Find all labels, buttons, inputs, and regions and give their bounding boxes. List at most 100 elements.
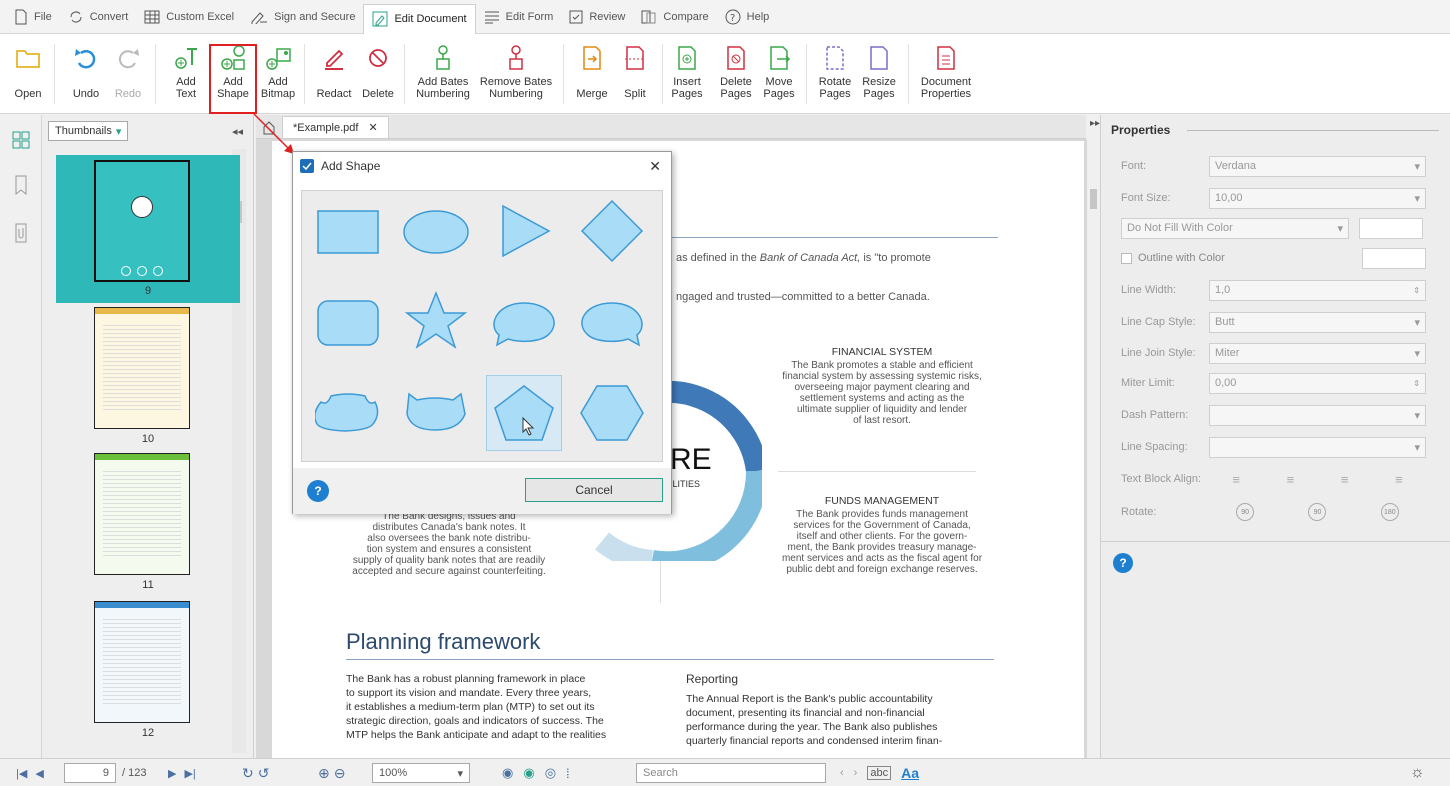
undo-button[interactable]: Undo	[68, 40, 104, 100]
status-bar: |◀ ◀ 9 / 123 ▶ ▶| ↻ ↺ ⊕ ⊖ 100% ▾ ◉ ◉ ◎ ⁞ Search ‹…	[0, 758, 1450, 786]
resize-pages-button[interactable]: Resize Pages	[860, 40, 898, 100]
merge-button[interactable]: Merge	[570, 40, 614, 100]
shape-wave-ellipse[interactable]	[310, 375, 386, 451]
shape-double-bubble[interactable]	[398, 375, 474, 451]
line-join-row: Line Join Style: Miter ▾	[1121, 342, 1426, 364]
expand-panel-icon[interactable]: ▸▸	[1090, 118, 1100, 129]
rotate-cw-icon[interactable]: ↻	[242, 765, 254, 782]
text-line: The Bank has a robust planning framework…	[346, 673, 586, 685]
rotate-ccw-icon[interactable]: ↺	[258, 765, 270, 782]
next-page-icon[interactable]: ▶	[168, 767, 176, 780]
properties-help-icon[interactable]: ?	[1113, 553, 1133, 573]
open-button[interactable]: Open	[10, 40, 46, 100]
close-tab-icon[interactable]: ✕	[368, 122, 377, 134]
search-prev-icon[interactable]: ‹	[840, 767, 844, 779]
spacing-row: Line Spacing: ▾	[1121, 436, 1426, 458]
prev-page-icon[interactable]: ◀	[35, 767, 43, 780]
rotate-pages-button[interactable]: Rotate Pages	[816, 40, 854, 100]
split-button[interactable]: Split	[618, 40, 652, 100]
zoom-select[interactable]: 100% ▾	[372, 763, 470, 783]
search-input[interactable]: Search	[636, 763, 826, 783]
thumbnail-page-12[interactable]: 12	[56, 601, 240, 741]
tab-help[interactable]: ? Help	[717, 3, 778, 31]
first-page-icon[interactable]: |◀	[16, 767, 27, 780]
view-split-icon[interactable]: ⁞	[566, 766, 570, 781]
view-continuous-icon[interactable]: ◉	[523, 765, 534, 781]
dialog-help-icon[interactable]: ?	[307, 480, 329, 502]
line-cap-select[interactable]: Butt ▾	[1209, 311, 1426, 333]
rotate-left-icon[interactable]: 90	[1236, 503, 1255, 521]
outline-color-swatch[interactable]	[1362, 247, 1426, 269]
shape-speech-bubble-right[interactable]	[574, 284, 650, 360]
shape-triangle[interactable]	[486, 193, 562, 269]
add-bitmap-button[interactable]: Add Bitmap	[258, 40, 298, 100]
redo-button[interactable]: Redo	[110, 40, 146, 100]
document-scrollbar[interactable]	[1086, 139, 1100, 758]
collapse-panel-icon[interactable]: ◂◂	[232, 125, 243, 138]
tab-custom-excel[interactable]: Custom Excel	[136, 3, 242, 31]
page-number-input[interactable]: 9	[64, 763, 116, 783]
font-select[interactable]: Verdana ▾	[1209, 155, 1426, 177]
tab-edit-document[interactable]: Edit Document	[363, 3, 476, 34]
tab-sign-secure[interactable]: Sign and Secure	[242, 3, 363, 31]
redact-button[interactable]: Redact	[312, 40, 356, 100]
tab-edit-form[interactable]: Edit Form	[476, 3, 562, 31]
fill-select[interactable]: Do Not Fill With Color ▾	[1121, 217, 1349, 239]
bookmark-icon[interactable]	[13, 175, 29, 195]
thumbnail-page-11[interactable]: 11	[56, 453, 240, 593]
delete-pages-button[interactable]: Delete Pages	[716, 40, 756, 100]
cancel-button[interactable]: Cancel	[525, 478, 663, 502]
dash-select[interactable]: ▾	[1209, 404, 1426, 426]
text-line: MTP helps the Bank anticipate and adapt …	[346, 729, 607, 741]
add-text-button[interactable]: Add Text	[166, 40, 206, 100]
shape-rectangle[interactable]	[310, 193, 386, 269]
shape-speech-bubble-left[interactable]	[486, 284, 562, 360]
last-page-icon[interactable]: ▶|	[184, 767, 195, 780]
shape-pentagon[interactable]	[486, 375, 562, 451]
tab-file[interactable]: File	[6, 3, 60, 31]
move-pages-button[interactable]: Move Pages	[762, 40, 796, 100]
fill-color-swatch[interactable]	[1359, 217, 1423, 239]
zoom-out-icon[interactable]: ⊖	[334, 765, 346, 782]
tab-compare[interactable]: Compare	[633, 3, 716, 31]
match-case-toggle[interactable]: Aa	[901, 765, 919, 781]
match-whole-word-toggle[interactable]: abc	[867, 766, 892, 780]
view-single-icon[interactable]: ◉	[502, 765, 513, 781]
close-icon[interactable]: ✕	[649, 158, 661, 175]
attachment-icon[interactable]	[13, 223, 29, 243]
shape-star[interactable]	[398, 284, 474, 360]
resize-pages-label: Resize Pages	[862, 76, 896, 100]
view-facing-icon[interactable]: ◎	[545, 765, 556, 781]
zoom-in-icon[interactable]: ⊕	[318, 765, 330, 782]
outline-checkbox[interactable]	[1121, 252, 1132, 264]
tab-convert[interactable]: Convert	[60, 3, 137, 31]
thumbnails-dropdown[interactable]: Thumbnails ▾	[48, 121, 128, 141]
line-join-select[interactable]: Miter ▾	[1209, 342, 1426, 364]
document-properties-button[interactable]: Document Properties	[918, 40, 974, 100]
thumbnails-icon[interactable]	[12, 131, 30, 149]
align-left-icon[interactable]: ≡	[1232, 472, 1240, 487]
rotate-right-icon[interactable]: 90	[1308, 503, 1327, 521]
thumbnail-page-10[interactable]: 10	[56, 307, 240, 447]
insert-pages-button[interactable]: Insert Pages	[670, 40, 704, 100]
shape-hexagon[interactable]	[574, 375, 650, 451]
delete-button[interactable]: Delete	[360, 40, 396, 100]
spacing-select[interactable]: ▾	[1209, 436, 1426, 458]
align-justify-icon[interactable]: ≡	[1395, 472, 1403, 487]
remove-bates-button[interactable]: Remove Bates Numbering	[479, 40, 553, 100]
font-size-select[interactable]: 10,00 ▾	[1209, 187, 1426, 209]
align-row: Text Block Align: ≡ ≡ ≡ ≡	[1121, 471, 1403, 487]
thumbnail-page-9[interactable]: 9	[56, 155, 240, 303]
miter-spinner[interactable]: 0,00 ⇕	[1209, 372, 1426, 394]
brightness-icon[interactable]: ☼	[1410, 763, 1425, 783]
search-next-icon[interactable]: ›	[854, 767, 858, 779]
shape-ellipse[interactable]	[398, 193, 474, 269]
shape-rounded-rectangle[interactable]	[310, 284, 386, 360]
align-right-icon[interactable]: ≡	[1341, 472, 1349, 487]
shape-diamond[interactable]	[574, 193, 650, 269]
tab-review[interactable]: Review	[561, 3, 633, 31]
add-bates-button[interactable]: Add Bates Numbering	[412, 40, 474, 100]
line-width-spinner[interactable]: 1,0 ⇕	[1209, 279, 1426, 301]
align-center-icon[interactable]: ≡	[1287, 472, 1295, 487]
rotate-180-icon[interactable]: 180	[1380, 503, 1399, 521]
